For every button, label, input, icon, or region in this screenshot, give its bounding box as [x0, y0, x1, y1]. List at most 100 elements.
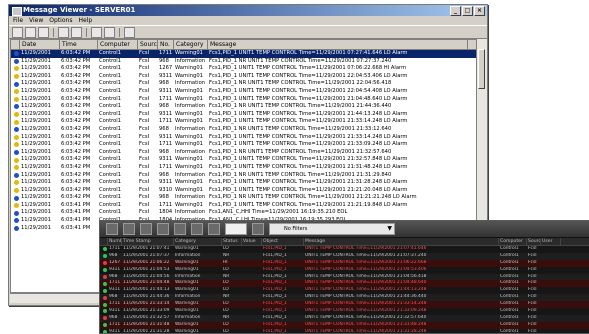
table-row[interactable]: 11/29/2001 6:03:42 PM Control1 FcsI 968 Infor… [11, 172, 476, 180]
font-icon[interactable] [124, 26, 135, 38]
table-row[interactable]: 11/29/2001 6:03:42 PM Control1 FcsI 9310 Warn… [11, 187, 476, 195]
table-row[interactable]: 11/29/2001 6:03:42 PM Control1 FcsI 9311 Warn… [11, 88, 476, 96]
alarm-row[interactable]: 9311 11/29/2001 21:31:28 Warning01 LO Fcs1,P… [100, 328, 589, 334]
table-row[interactable]: 11/29/2001 6:03:42 PM Control1 FcsI 968 Infor… [11, 103, 476, 111]
table-row[interactable]: 11/29/2001 6:03:42 PM Control1 FcsI 1711 Warn… [11, 96, 476, 104]
menu-bar: File View Options Help [9, 16, 487, 25]
minimize-button[interactable]: _ [450, 6, 461, 16]
cell-number: 968 [159, 148, 169, 155]
alarm-row[interactable]: 9311 11/29/2001 21:33:09 Warning01 LO Fcs1,P… [100, 308, 589, 315]
clear-icon[interactable] [123, 223, 135, 235]
table-row[interactable]: 11/29/2001 6:03:42 PM Control1 FcsI 968 Infor… [11, 80, 476, 88]
header-object[interactable]: Object [262, 238, 304, 245]
table-row[interactable]: 11/29/2001 6:03:42 PM Control1 FcsI 1711 Warn… [11, 50, 476, 58]
header-message[interactable]: Message [208, 40, 468, 49]
scroll-thumb[interactable] [478, 49, 485, 89]
table-row[interactable]: 11/29/2001 6:03:42 PM Control1 FcsI 9311 Warn… [11, 73, 476, 81]
cell-time: 6:03:42 PM [61, 125, 91, 132]
alarm-row[interactable]: 1711 11/29/2001 21:04:48 Warning01 LO Fcs1,P… [100, 280, 589, 288]
open-icon[interactable] [12, 26, 23, 38]
alarm-row[interactable]: 9311 11/29/2001 21:04:53 Warning01 LO Fcs1,P… [100, 266, 589, 274]
play-icon[interactable] [140, 223, 152, 235]
header-source[interactable]: Source [138, 40, 158, 49]
header-category[interactable]: Category [174, 238, 222, 245]
menu-options[interactable]: Options [49, 16, 72, 25]
alarm-row[interactable]: 968 11/29/2001 21:07:37 Information NR Fcs1,… [100, 253, 589, 260]
refresh-icon[interactable] [71, 26, 82, 38]
delete-icon[interactable] [104, 26, 115, 38]
table-row[interactable]: 11/29/2001 6:03:42 PM Control1 FcsI 9311 Warn… [11, 179, 476, 187]
header-source[interactable]: Source [527, 238, 541, 245]
print-icon[interactable] [208, 223, 220, 235]
table-row[interactable]: 11/29/2001 6:03:42 PM Control1 FcsI 968 Infor… [11, 126, 476, 134]
cell-time: 6:03:41 PM [61, 224, 91, 231]
filter-icon[interactable] [191, 223, 203, 235]
table-row[interactable]: 11/29/2001 6:03:42 PM Control1 FcsI 1711 Warn… [11, 141, 476, 149]
alarm-row[interactable]: 1711 11/29/2001 21:07:41 Warning01 LO Fcs1,P… [100, 246, 589, 253]
table-row[interactable]: 11/29/2001 6:03:42 PM Control1 FcsI 968 Infor… [11, 58, 476, 66]
row-icon-cell [11, 118, 20, 126]
alarm-row[interactable]: 968 11/29/2001 21:32:57 Information NR Fcs1,… [100, 315, 589, 322]
table-row[interactable]: 11/29/2001 6:03:42 PM Control1 FcsI 968 Infor… [11, 194, 476, 202]
acknowledge-icon[interactable] [106, 223, 118, 235]
header-computer[interactable]: Computer [499, 238, 527, 245]
menu-view[interactable]: View [29, 16, 43, 25]
table-row[interactable]: 11/29/2001 6:03:42 PM Control1 FcsI 1267 Warn… [11, 65, 476, 73]
cell-object: Fcs1,PID_1 [263, 328, 287, 334]
alarm-row[interactable]: 9311 11/29/2001 21:44:13 Warning01 LO Fcs1,P… [100, 287, 589, 295]
header-value[interactable]: Value [242, 238, 262, 245]
cell-time: 6:03:42 PM [61, 156, 91, 163]
alarm-row[interactable]: 1267 11/29/2001 21:06:22 Warning01 HI Fcs1,P… [100, 259, 589, 267]
cell-object: Fcs1,PID_1 [263, 259, 287, 265]
header-number[interactable]: No. [158, 40, 174, 49]
header-number[interactable]: Number [108, 238, 122, 245]
alarm-row[interactable]: 1711 11/29/2001 21:33:14 Warning01 LO Fcs1,P… [100, 301, 589, 309]
table-row[interactable]: 11/29/2001 6:03:42 PM Control1 FcsI 9311 Warn… [11, 111, 476, 119]
status-dot-icon [102, 316, 107, 321]
menu-help[interactable]: Help [78, 16, 92, 25]
alarm-row[interactable]: 1711 11/29/2001 21:31:48 Warning01 LO Fcs1,P… [100, 321, 589, 329]
cell-user [541, 246, 561, 253]
table-row[interactable]: 11/29/2001 6:03:41 PM Control1 FcsI 1804Info… [11, 209, 476, 217]
sort-icon[interactable] [174, 223, 186, 235]
alarm-row[interactable]: 968 11/29/2001 21:44:36 Information NR Fcs1,… [100, 294, 589, 301]
users-icon[interactable] [252, 223, 264, 235]
cell-category: Warning01 [175, 110, 203, 117]
close-button[interactable]: × [474, 6, 485, 16]
cell-date: 11/29/2001 [21, 209, 51, 216]
pause-icon[interactable] [157, 223, 169, 235]
filter-combo[interactable]: No Filters ▼ [269, 223, 395, 235]
header-computer[interactable]: Computer [98, 40, 138, 49]
row-icon-cell [11, 65, 20, 73]
table-row[interactable]: 11/29/2001 6:03:42 PM Control1 FcsI 9311 Warn… [11, 134, 476, 142]
header-category[interactable]: Category [174, 40, 208, 49]
cell-date: 11/29/2001 [21, 125, 51, 132]
cell-source: FcsI [139, 171, 150, 178]
header-date[interactable]: Date [20, 40, 60, 49]
header-user[interactable]: User [541, 238, 561, 245]
table-row[interactable]: 11/29/2001 6:03:42 PM Control1 FcsI 1711 Warn… [11, 118, 476, 126]
find-icon[interactable] [58, 26, 69, 38]
status-dot-icon [102, 295, 107, 300]
table-row[interactable]: 11/29/2001 6:03:42 PM Control1 FcsI 9311 Warn… [11, 156, 476, 164]
copy-icon[interactable] [91, 26, 102, 38]
maximize-button[interactable]: □ [462, 6, 473, 16]
cell-category: Warning01 [175, 156, 203, 163]
cell-number: 9311 [109, 308, 121, 314]
cell-datetime: 11/29/2001 21:07:37 [123, 252, 170, 258]
cell-value [242, 280, 262, 287]
count-field[interactable] [225, 223, 247, 235]
table-row[interactable]: 11/29/2001 6:03:42 PM Control1 FcsI 1711 Warn… [11, 164, 476, 172]
table-row[interactable]: 11/29/2001 6:03:41 PM Control1 FcsI 1711 Warn… [11, 202, 476, 210]
header-timestamp[interactable]: Time Stamp [122, 238, 174, 245]
header-message[interactable]: Message [304, 238, 499, 245]
menu-file[interactable]: File [13, 16, 23, 25]
save-icon[interactable] [25, 26, 36, 38]
cell-source: FcsI [139, 156, 150, 163]
print-icon[interactable] [38, 26, 49, 38]
alarm-row[interactable]: 968 11/29/2001 21:04:56 Information NR Fcs1,… [100, 274, 589, 281]
table-row[interactable]: 11/29/2001 6:03:42 PM Control1 FcsI 968 Infor… [11, 149, 476, 157]
cell-message: Fcs1,PID_1 NR UNIT1 TEMP CONTROL Time=11… [209, 171, 392, 178]
header-time[interactable]: Time [60, 40, 98, 49]
header-status[interactable]: Status [222, 238, 242, 245]
